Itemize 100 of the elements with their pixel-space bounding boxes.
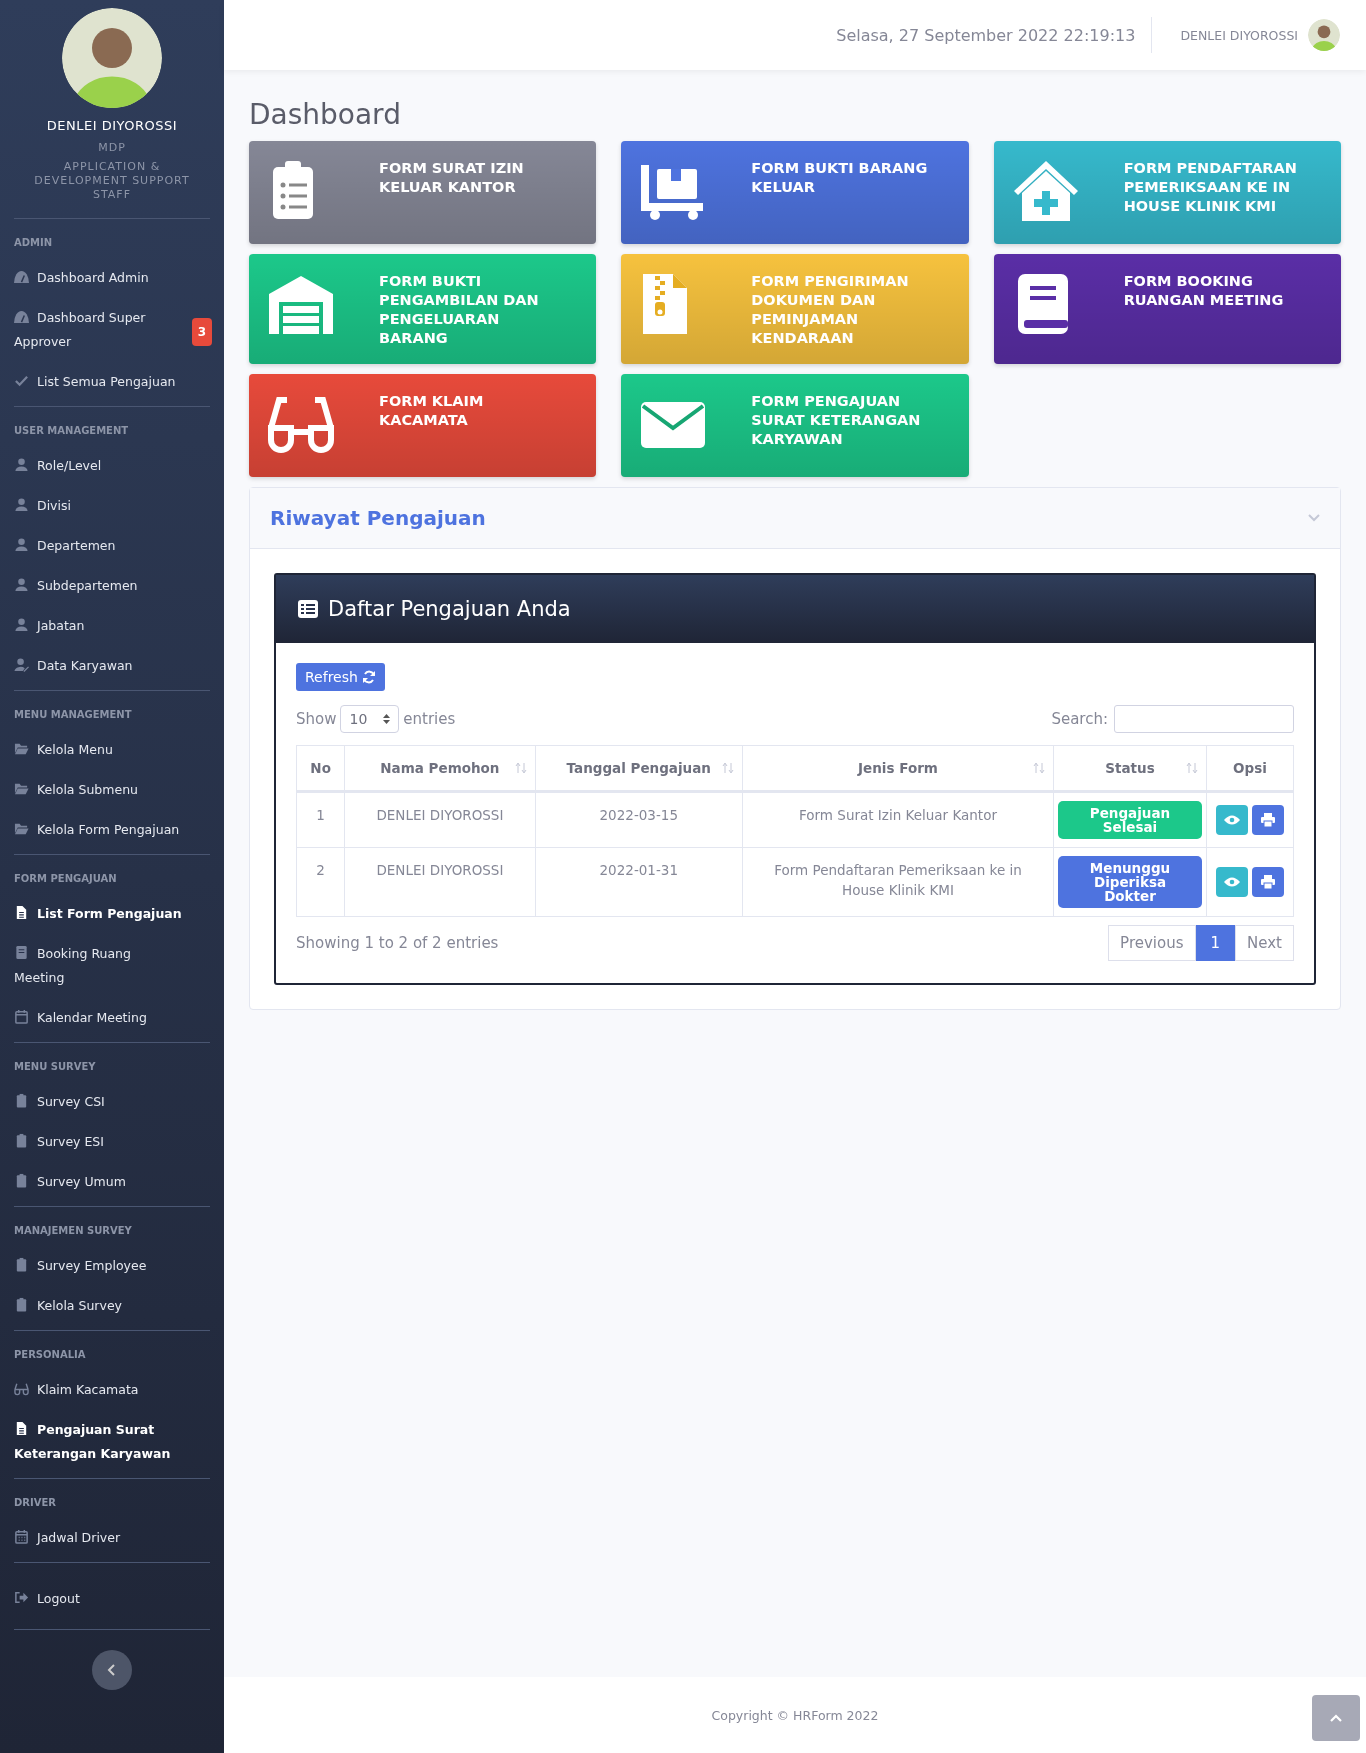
folder-icon — [14, 781, 29, 796]
clipboard-icon — [14, 1093, 29, 1108]
sidebar-item[interactable]: Kalendar Meeting — [14, 998, 210, 1038]
view-button[interactable] — [1216, 867, 1248, 897]
table-cell: Form Pendaftaran Pemeriksaan ke in House Klinik KMI — [742, 847, 1054, 917]
sidebar-item[interactable]: Dashboard Admin — [14, 258, 210, 298]
column-header[interactable]: Status — [1053, 745, 1207, 792]
sort-icon — [514, 762, 527, 774]
sidebar-item[interactable]: Departemen — [14, 526, 210, 566]
print-button[interactable] — [1252, 867, 1284, 897]
user-name[interactable]: DENLEI DIYOROSSI — [1180, 27, 1298, 43]
chevron-down-icon[interactable] — [1308, 514, 1320, 522]
user-icon — [14, 497, 29, 512]
clipboard-icon — [14, 1133, 29, 1148]
table-cell: 2022-03-15 — [535, 791, 743, 848]
sort-icon — [1186, 762, 1198, 774]
user-edit-icon — [14, 657, 29, 672]
sidebar-item[interactable]: Survey Umum — [14, 1162, 210, 1202]
table-cell: 1 — [296, 791, 345, 848]
entries-info: Showing 1 to 2 of 2 entries — [296, 934, 499, 952]
section-heading: MANAJEMEN SURVEY — [14, 1225, 133, 1236]
sidebar-item[interactable]: List Form Pengajuan — [14, 894, 210, 934]
sidebar-item[interactable]: Role/Level — [14, 446, 210, 486]
clipboard-icon — [14, 1257, 29, 1272]
document-icon — [14, 1421, 29, 1436]
folder-icon — [14, 741, 29, 756]
panel-title: Riwayat Pengajuan — [270, 506, 486, 530]
form-card[interactable]: FORM KLAIM KACAMATA — [249, 374, 597, 477]
column-header[interactable]: Jenis Form — [742, 745, 1054, 792]
sidebar-item[interactable]: Dashboard Super Approver 3 — [14, 298, 210, 362]
column-header[interactable]: Nama Pemohon — [344, 745, 536, 792]
check-icon — [14, 373, 29, 388]
profile-company: MDP — [98, 141, 126, 154]
clipboard-icon — [14, 1297, 29, 1312]
section-heading: PERSONALIA — [14, 1349, 87, 1360]
column-header: No — [296, 745, 345, 792]
sidebar-item[interactable]: List Semua Pengajuan — [14, 362, 210, 402]
updown-icon — [383, 714, 391, 724]
section-heading: USER MANAGEMENT — [14, 425, 130, 436]
glasses-icon — [14, 1381, 29, 1396]
document-icon — [14, 905, 29, 920]
form-card[interactable]: FORM SURAT IZIN KELUAR KANTOR — [249, 141, 597, 244]
user-icon — [14, 537, 29, 552]
sidebar-item[interactable]: Klaim Kacamata — [14, 1370, 210, 1410]
table-cell: Form Surat Izin Keluar Kantor — [742, 791, 1054, 848]
entries-label: entries — [403, 710, 456, 728]
status-button[interactable]: Menunggu Diperiksa Dokter — [1058, 856, 1202, 908]
profile-position: APPLICATION & DEVELOPMENT SUPPORT STAFF — [33, 160, 191, 202]
sidebar-item[interactable]: Kelola Form Pengajuan — [14, 810, 210, 850]
calendar-icon — [14, 1009, 29, 1024]
date-time: Selasa, 27 September 2022 22:19:13 — [836, 17, 1153, 53]
view-button[interactable] — [1216, 805, 1248, 835]
user-icon — [14, 577, 29, 592]
printer-icon — [1261, 813, 1275, 827]
column-header[interactable]: Tanggal Pengajuan — [535, 745, 743, 792]
logout-icon — [14, 1590, 29, 1605]
sidebar-item[interactable]: Jabatan — [14, 606, 210, 646]
form-card[interactable]: FORM BUKTI BARANG KELUAR — [621, 141, 969, 244]
table-cell: DENLEI DIYOROSSI — [344, 847, 536, 917]
collapse-sidebar-button[interactable] — [92, 1650, 132, 1690]
sidebar-item[interactable]: Survey ESI — [14, 1122, 210, 1162]
section-heading: DRIVER — [14, 1497, 57, 1508]
print-button[interactable] — [1252, 805, 1284, 835]
section-heading: ADMIN — [14, 237, 54, 248]
page-title: Dashboard — [249, 98, 402, 131]
refresh-button[interactable]: Refresh — [296, 663, 385, 691]
printer-icon — [1261, 875, 1275, 889]
clipboard-icon — [14, 1173, 29, 1188]
sidebar-item[interactable]: Subdepartemen — [14, 566, 210, 606]
sidebar-item[interactable]: Logout — [14, 1579, 210, 1619]
copyright-text: Copyright © HRForm 2022 — [711, 1707, 879, 1723]
page-button[interactable]: 1 — [1195, 925, 1236, 961]
eye-icon — [1224, 877, 1240, 887]
search-field[interactable] — [1114, 705, 1294, 733]
user-icon — [14, 457, 29, 472]
sidebar-item[interactable]: Data Karyawan — [14, 646, 210, 686]
sidebar-item[interactable]: Survey Employee — [14, 1246, 210, 1286]
folder-icon — [14, 821, 29, 836]
table-cell: DENLEI DIYOROSSI — [344, 791, 536, 848]
calendar-icon — [14, 1529, 29, 1544]
sidebar-item[interactable]: Pengajuan Surat Keterangan Karyawan — [14, 1410, 210, 1474]
sidebar-item[interactable]: Jadwal Driver — [14, 1518, 210, 1558]
form-card[interactable]: FORM BOOKING RUANGAN MEETING — [993, 254, 1341, 364]
table-cell: 2 — [296, 847, 345, 917]
refresh-icon — [361, 670, 376, 684]
previous-button[interactable]: Previous — [1108, 925, 1196, 961]
table-card-title: Daftar Pengajuan Anda — [328, 597, 571, 621]
sidebar-item[interactable]: Divisi — [14, 486, 210, 526]
sidebar-item[interactable]: Kelola Menu — [14, 730, 210, 770]
sidebar-item[interactable]: Booking Ruang Meeting — [14, 934, 210, 998]
sidebar-item[interactable]: Kelola Survey — [14, 1286, 210, 1326]
gauge-icon — [14, 309, 29, 324]
sidebar-item[interactable]: Survey CSI — [14, 1082, 210, 1122]
next-button[interactable]: Next — [1235, 925, 1294, 961]
page-size-select[interactable]: 10 — [340, 705, 400, 733]
gauge-icon — [14, 269, 29, 284]
sidebar-item[interactable]: Kelola Submenu — [14, 770, 210, 810]
book-icon — [14, 945, 29, 960]
profile-name: DENLEI DIYOROSSI — [46, 118, 178, 133]
scroll-to-top-button[interactable] — [1312, 1695, 1360, 1741]
